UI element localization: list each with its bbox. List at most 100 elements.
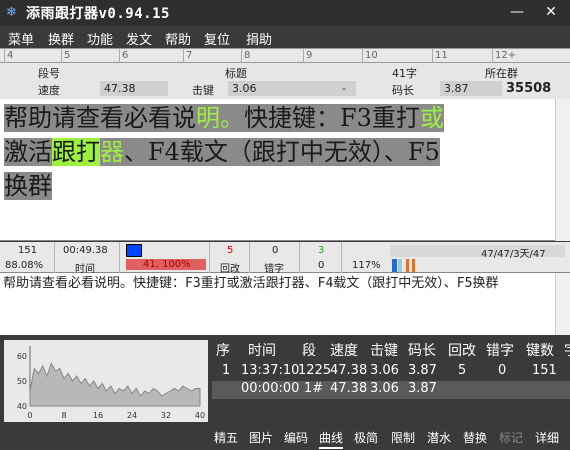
stats-cell bbox=[300, 242, 342, 273]
info-panel: 段号 标题 41字 所在群 速度 47.38 击键 3.06 - 码长 3.87… bbox=[0, 63, 570, 99]
keystroke-count: 151 bbox=[18, 245, 38, 256]
x-tick-label: 8 bbox=[61, 411, 66, 420]
cell-backspace: 5 bbox=[458, 363, 467, 378]
x-tick-label: 16 bbox=[93, 411, 103, 420]
typed-text: 帮助请查看必看说 bbox=[4, 104, 196, 132]
percent-value: 117% bbox=[352, 260, 381, 271]
tab-image[interactable]: 图片 bbox=[249, 429, 273, 446]
ruler-mark: 10 bbox=[362, 49, 378, 63]
col-header: 回改 bbox=[448, 343, 476, 359]
typed-input-text: 帮助请查看必看说明。快捷键：F3重打或激活跟打器、F4载文（跟打中无效）、F5换… bbox=[3, 276, 499, 291]
col-header: 速度 bbox=[330, 343, 358, 359]
y-tick-label: 40 bbox=[17, 402, 27, 411]
table-row[interactable]: 00:00:00 1# 47.38 3.06 3.87 bbox=[212, 381, 570, 399]
time-value: 00:49.38 bbox=[63, 245, 108, 256]
tab-curve[interactable]: 曲线 bbox=[319, 429, 344, 449]
tab-jingwu[interactable]: 精五 bbox=[214, 429, 238, 446]
stats-cell bbox=[210, 242, 250, 273]
x-tick-label: 40 bbox=[195, 411, 205, 420]
ruler-mark: 12+ bbox=[492, 49, 516, 63]
menu-item-reset[interactable]: 复位 bbox=[204, 29, 230, 48]
menu-item-send-text[interactable]: 发文 bbox=[126, 29, 152, 48]
col-header: 字 bbox=[564, 340, 570, 360]
cell-keystroke: 3.06 bbox=[370, 381, 399, 396]
keystroke-value: 3.06 bbox=[228, 81, 356, 96]
text-scrollbar[interactable] bbox=[555, 99, 570, 241]
app-icon: ❄ bbox=[6, 5, 17, 20]
typed-text-highlight: 器 bbox=[100, 138, 124, 166]
cell-time: 00:00:00 bbox=[241, 381, 300, 396]
ruler-mark: 9 bbox=[303, 49, 312, 63]
minimize-button[interactable]: — bbox=[500, 0, 534, 24]
tab-limit[interactable]: 限制 bbox=[391, 429, 415, 446]
typed-text-highlight: 或 bbox=[419, 104, 444, 132]
cell-code-length: 3.87 bbox=[408, 363, 437, 378]
ruler-mark: 7 bbox=[183, 49, 192, 63]
cell-segment: 1225 bbox=[298, 363, 332, 378]
color-bar bbox=[392, 259, 397, 272]
group-label: 所在群 bbox=[485, 67, 518, 80]
color-bar bbox=[398, 259, 402, 272]
summary-text: 47/47/3天/47 bbox=[481, 249, 546, 260]
code-length-label: 码长 bbox=[392, 84, 414, 97]
cell-speed: 47.38 bbox=[330, 381, 368, 396]
x-tick-label: 0 bbox=[27, 411, 32, 420]
typed-text: 快捷键：F3重打 bbox=[244, 104, 420, 132]
typed-text-highlight: 明。 bbox=[196, 104, 244, 132]
speed-label: 速度 bbox=[38, 84, 60, 97]
ruler-mark: 6 bbox=[119, 49, 128, 63]
speed-curve-chart: 0 8 16 24 32 40 40 50 60 bbox=[4, 340, 208, 422]
tab-mark[interactable]: 标记 bbox=[499, 429, 523, 446]
cell-segment: 1# bbox=[304, 381, 324, 396]
tab-minimal[interactable]: 极简 bbox=[354, 429, 378, 446]
menu-item-menu[interactable]: 菜单 bbox=[8, 29, 34, 48]
speed-curve-area bbox=[29, 362, 201, 407]
typed-text-highlight: 跟打 bbox=[52, 138, 100, 166]
tab-dive[interactable]: 潜水 bbox=[427, 429, 451, 446]
cell-code-length: 3.87 bbox=[408, 381, 437, 396]
col-header: 键数 bbox=[526, 343, 554, 359]
input-scrollbar[interactable] bbox=[555, 273, 570, 335]
text-line-3: 换群 bbox=[4, 169, 52, 203]
col-header: 击键 bbox=[370, 343, 398, 359]
progress-ruler: 4 5 6 7 8 9 10 11 12+ bbox=[0, 48, 570, 63]
menu-item-donate[interactable]: 捐助 bbox=[246, 29, 272, 48]
ruler-mark: 11 bbox=[432, 49, 448, 63]
color-bar bbox=[412, 259, 415, 272]
segment-label: 段号 bbox=[38, 67, 60, 80]
title-bar: ❄ 添雨跟打器v0.94.15 — ✕ bbox=[0, 0, 570, 26]
keystroke-label: 击键 bbox=[192, 84, 214, 97]
tab-encoding[interactable]: 编码 bbox=[284, 429, 308, 446]
cell-index: 1 bbox=[222, 363, 231, 378]
typed-text: 换群 bbox=[4, 172, 52, 200]
typed-text: 激活 bbox=[4, 138, 52, 166]
stats-cell bbox=[120, 242, 210, 273]
ruler-mark: 5 bbox=[61, 49, 70, 63]
col-header: 时间 bbox=[248, 343, 276, 359]
typing-input[interactable]: 帮助请查看必看说明。快捷键：F3重打或激活跟打器、F4载文（跟打中无效）、F5换… bbox=[0, 273, 570, 335]
bottom-panel: 0 8 16 24 32 40 40 50 60 序 时间 段 速度 击键 码长 回改 错字 键… bbox=[0, 336, 570, 450]
code-length-value: 3.87 bbox=[440, 81, 502, 96]
stats-bar: 151 88.08% 00:49.38 时间 41, 100% 5 回改 0 错… bbox=[0, 242, 570, 275]
accuracy-value: 88.08% bbox=[5, 260, 44, 271]
text-display: 帮助请查看必看说明。快捷键：F3重打或 激活跟打器、F4载文（跟打中无效）、F5… bbox=[0, 99, 570, 241]
col-header: 序 bbox=[216, 343, 230, 359]
y-tick-label: 50 bbox=[17, 377, 27, 386]
title-label: 标题 bbox=[225, 67, 247, 80]
tab-details[interactable]: 详细 bbox=[535, 429, 559, 446]
table-row[interactable]: 1 13:37:10 1225 47.38 3.06 3.87 5 0 151 bbox=[212, 363, 570, 383]
col-header: 错字 bbox=[486, 343, 514, 359]
close-button[interactable]: ✕ bbox=[534, 0, 568, 24]
cell-errors: 0 bbox=[498, 363, 507, 378]
speed-curve-svg: 0 8 16 24 32 40 40 50 60 bbox=[17, 346, 205, 420]
cell-time: 13:37:10 bbox=[241, 363, 300, 378]
menu-bar: 菜单 换群 功能 发文 帮助 复位 捐助 bbox=[0, 28, 570, 48]
x-tick-label: 24 bbox=[127, 411, 137, 420]
menu-item-help[interactable]: 帮助 bbox=[165, 29, 191, 48]
cell-keystroke: 3.06 bbox=[370, 363, 399, 378]
tab-replace[interactable]: 替换 bbox=[463, 429, 487, 446]
col-header: 码长 bbox=[408, 343, 436, 359]
text-line-1: 帮助请查看必看说明。快捷键：F3重打或 bbox=[4, 101, 444, 135]
menu-item-functions[interactable]: 功能 bbox=[87, 29, 113, 48]
menu-item-switch-group[interactable]: 换群 bbox=[48, 29, 74, 48]
